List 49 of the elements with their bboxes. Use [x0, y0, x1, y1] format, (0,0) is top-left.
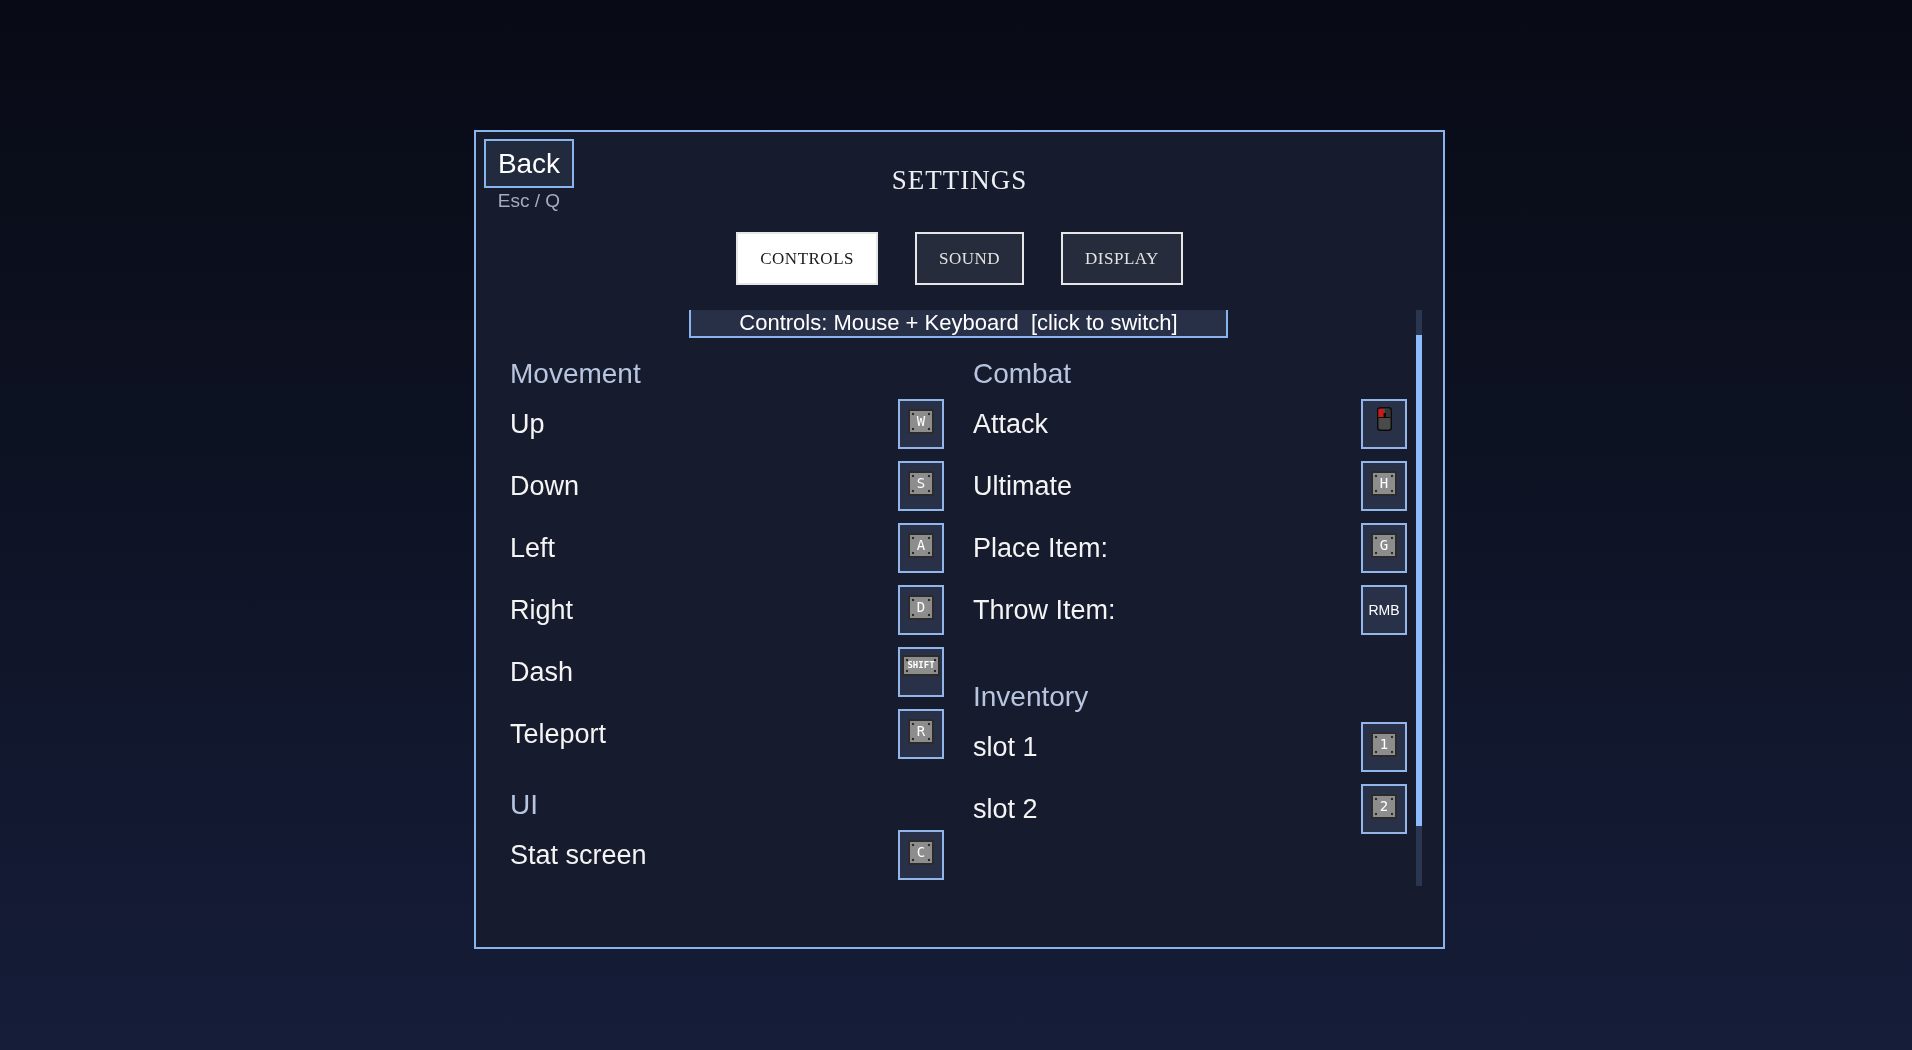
mouse-icon: [1376, 407, 1392, 431]
section-heading: Inventory: [973, 682, 1089, 712]
keybind-button[interactable]: A: [898, 523, 944, 573]
shortcut-hint: Esc / Q: [497, 190, 561, 212]
action-label: Throw Item:: [973, 594, 1116, 626]
tab[interactable]: SOUND: [914, 232, 1025, 285]
keycap: D: [908, 595, 934, 620]
action-label: Left: [510, 532, 556, 564]
action-label: Up: [510, 408, 545, 440]
keybind-button[interactable]: R: [898, 709, 944, 759]
keycap: 1: [1371, 732, 1397, 757]
action-label: Right: [510, 594, 574, 626]
keybind-button[interactable]: C: [898, 830, 944, 880]
action-label: Ultimate: [973, 470, 1073, 502]
section-heading: Combat: [973, 359, 1072, 389]
action-label: slot 2: [973, 793, 1038, 825]
tab[interactable]: DISPLAY: [1061, 232, 1183, 285]
keybind-button[interactable]: SHIFT: [898, 647, 944, 697]
keybind-button[interactable]: W: [898, 399, 944, 449]
keycap: H: [1371, 471, 1397, 496]
keybind-button[interactable]: RMB: [1361, 585, 1407, 635]
section-heading: UI: [510, 790, 538, 820]
keycap: A: [908, 533, 934, 558]
back-button[interactable]: Back: [484, 139, 574, 188]
keybind-button[interactable]: G: [1361, 523, 1407, 573]
page-title: SETTINGS: [891, 164, 1028, 197]
keycap: 2: [1371, 794, 1397, 819]
action-label: Teleport: [510, 718, 607, 750]
tab[interactable]: CONTROLS: [736, 232, 878, 285]
action-label: Attack: [973, 408, 1049, 440]
keybind-button[interactable]: S: [898, 461, 944, 511]
keybind-button[interactable]: 1: [1361, 722, 1407, 772]
action-label: Stat screen: [510, 839, 647, 871]
keybind-button[interactable]: H: [1361, 461, 1407, 511]
action-label: Place Item:: [973, 532, 1109, 564]
keycap: S: [908, 471, 934, 496]
keycap: W: [908, 409, 934, 434]
action-label: Down: [510, 470, 580, 502]
keycap: SHIFT: [902, 655, 940, 676]
keybind-button[interactable]: 2: [1361, 784, 1407, 834]
keycap: C: [908, 840, 934, 865]
input-mode-toggle[interactable]: Controls: Mouse + Keyboard [click to switch]: [689, 310, 1228, 338]
action-label: slot 1: [973, 731, 1038, 763]
action-label: Dash: [510, 656, 574, 688]
keycap: R: [908, 719, 934, 744]
keycap: G: [1371, 533, 1397, 558]
section-heading: Movement: [510, 359, 641, 389]
keybind-button[interactable]: [1361, 399, 1407, 449]
keybind-button[interactable]: D: [898, 585, 944, 635]
